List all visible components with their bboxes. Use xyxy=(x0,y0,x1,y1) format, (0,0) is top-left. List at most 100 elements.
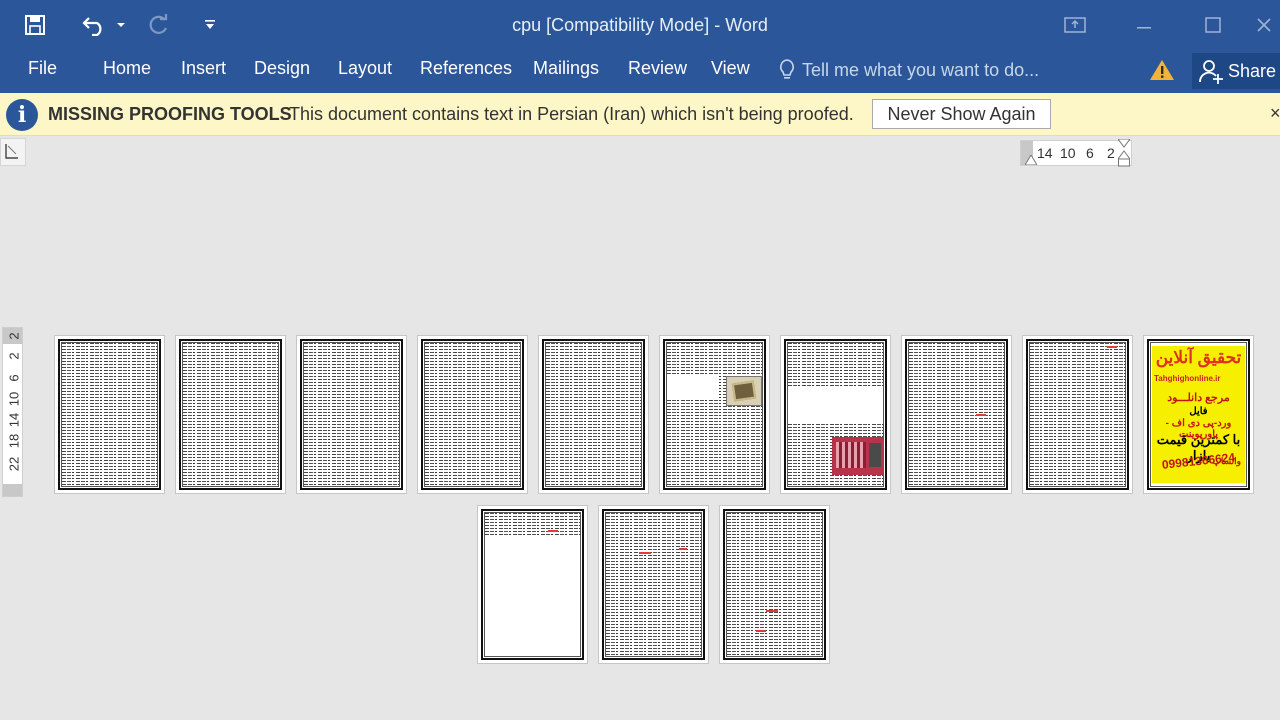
message-close-button[interactable]: × xyxy=(1270,103,1280,124)
document-page[interactable]: تحقیق آنلاین Tahghighonline.ir مرجع دانل… xyxy=(1143,335,1254,494)
document-page[interactable] xyxy=(296,335,407,494)
close-icon xyxy=(1257,18,1271,32)
page-text xyxy=(425,343,520,486)
ad-line: تحقیق آنلاین xyxy=(1155,348,1242,367)
board-detail xyxy=(836,442,866,468)
warning-button[interactable] xyxy=(1149,58,1175,87)
save-button[interactable] xyxy=(0,0,70,50)
spelling-mark xyxy=(976,414,986,416)
tab-layout[interactable]: Layout xyxy=(338,58,392,78)
chip-die xyxy=(731,380,757,402)
maximize-button[interactable] xyxy=(1178,0,1248,50)
undo-button[interactable] xyxy=(70,0,120,50)
ruler-label: 10 xyxy=(6,391,22,407)
info-icon: i xyxy=(6,99,38,131)
document-page[interactable] xyxy=(659,335,770,494)
minimize-button[interactable] xyxy=(1110,0,1178,50)
message-bar: i MISSING PROOFING TOOLS This document c… xyxy=(0,93,1280,136)
document-page[interactable] xyxy=(417,335,528,494)
never-show-again-button[interactable]: Never Show Again xyxy=(872,99,1051,129)
quick-access-toolbar xyxy=(0,0,230,50)
document-page[interactable] xyxy=(538,335,649,494)
undo-dropdown[interactable] xyxy=(114,0,128,50)
ruler-label: 18 xyxy=(6,433,22,449)
lightbulb-icon xyxy=(780,59,794,79)
document-page[interactable] xyxy=(1022,335,1133,494)
spelling-mark xyxy=(1107,346,1117,348)
ruler-label: 14 xyxy=(6,412,22,428)
save-icon xyxy=(25,15,45,35)
page-text xyxy=(909,343,1004,486)
page-text xyxy=(727,513,822,656)
tab-insert[interactable]: Insert xyxy=(181,58,226,78)
board-component xyxy=(869,443,881,467)
document-page[interactable] xyxy=(54,335,165,494)
title-bar: cpu [Compatibility Mode] - Word xyxy=(0,0,1280,50)
page-text xyxy=(606,513,701,656)
tab-home[interactable]: Home xyxy=(103,58,151,78)
tab-view[interactable]: View xyxy=(711,58,750,78)
page-text xyxy=(183,343,278,486)
spelling-mark xyxy=(548,530,558,532)
left-tab-icon xyxy=(5,144,18,159)
document-page[interactable] xyxy=(598,505,709,664)
share-button[interactable]: Share xyxy=(1192,53,1280,89)
ruler-label: 6 xyxy=(6,374,22,382)
first-line-indent-marker[interactable] xyxy=(1025,155,1037,165)
horizontal-ruler[interactable]: 14 10 6 2 xyxy=(1020,139,1132,169)
vertical-ruler[interactable]: 2 2 6 10 14 18 22 xyxy=(2,327,23,497)
page-text xyxy=(546,343,641,486)
advertisement-image: تحقیق آنلاین Tahghighonline.ir مرجع دانل… xyxy=(1152,346,1245,483)
ad-line: فایل xyxy=(1189,406,1208,417)
page-text xyxy=(304,343,399,486)
page-whitespace xyxy=(788,386,883,424)
undo-icon xyxy=(82,17,102,36)
tab-review[interactable]: Review xyxy=(628,58,687,78)
document-page[interactable] xyxy=(175,335,286,494)
tab-design[interactable]: Design xyxy=(254,58,310,78)
page-text xyxy=(62,343,157,486)
ribbon-tabs: File Home Insert Design Layout Reference… xyxy=(0,50,1280,93)
ruler-bottom-margin xyxy=(3,484,22,496)
share-label: Share xyxy=(1228,60,1277,81)
ribbon-display-icon xyxy=(1064,17,1086,33)
ruler-label: 6 xyxy=(1086,145,1094,161)
warning-icon xyxy=(1150,60,1174,80)
ad-website: Tahghighonline.ir xyxy=(1154,374,1221,383)
tab-mailings[interactable]: Mailings xyxy=(533,58,599,78)
spelling-mark xyxy=(679,548,687,550)
ruler-label: 2 xyxy=(1107,145,1115,161)
customize-qat-button[interactable] xyxy=(190,0,230,50)
motherboard-image xyxy=(832,437,884,475)
message-text: This document contains text in Persian (… xyxy=(289,104,854,124)
page-text xyxy=(485,513,580,535)
ruler-label: 14 xyxy=(1037,145,1053,161)
page-text xyxy=(1030,343,1125,486)
spelling-mark xyxy=(639,552,651,554)
message-title: MISSING PROOFING TOOLS xyxy=(48,104,292,124)
tell-me-box[interactable]: Tell me what you want to do... xyxy=(778,58,1039,82)
page-text xyxy=(667,343,762,486)
tab-file[interactable]: File xyxy=(28,58,57,78)
ruler-label: 2 xyxy=(6,332,22,340)
tab-references[interactable]: References xyxy=(420,58,512,78)
page-whitespace xyxy=(667,376,719,400)
document-page[interactable] xyxy=(719,505,830,664)
spelling-mark xyxy=(766,610,778,612)
spelling-mark xyxy=(756,630,766,632)
ruler-label: 22 xyxy=(6,456,22,472)
minimize-icon xyxy=(1137,27,1151,29)
tab-selector[interactable] xyxy=(0,138,26,166)
redo-button[interactable] xyxy=(128,0,190,50)
document-page[interactable] xyxy=(901,335,1012,494)
ruler-label: 10 xyxy=(1060,145,1076,161)
ruler-label: 2 xyxy=(6,352,22,360)
redo-icon xyxy=(149,14,168,34)
ribbon-display-options-button[interactable] xyxy=(1040,0,1110,50)
person-add-icon xyxy=(1199,60,1223,84)
document-page[interactable] xyxy=(477,505,588,664)
close-window-button[interactable] xyxy=(1248,0,1280,50)
ad-line: واتساپ xyxy=(1212,456,1241,466)
right-indent-marker[interactable] xyxy=(1118,139,1130,169)
document-page[interactable] xyxy=(780,335,891,494)
